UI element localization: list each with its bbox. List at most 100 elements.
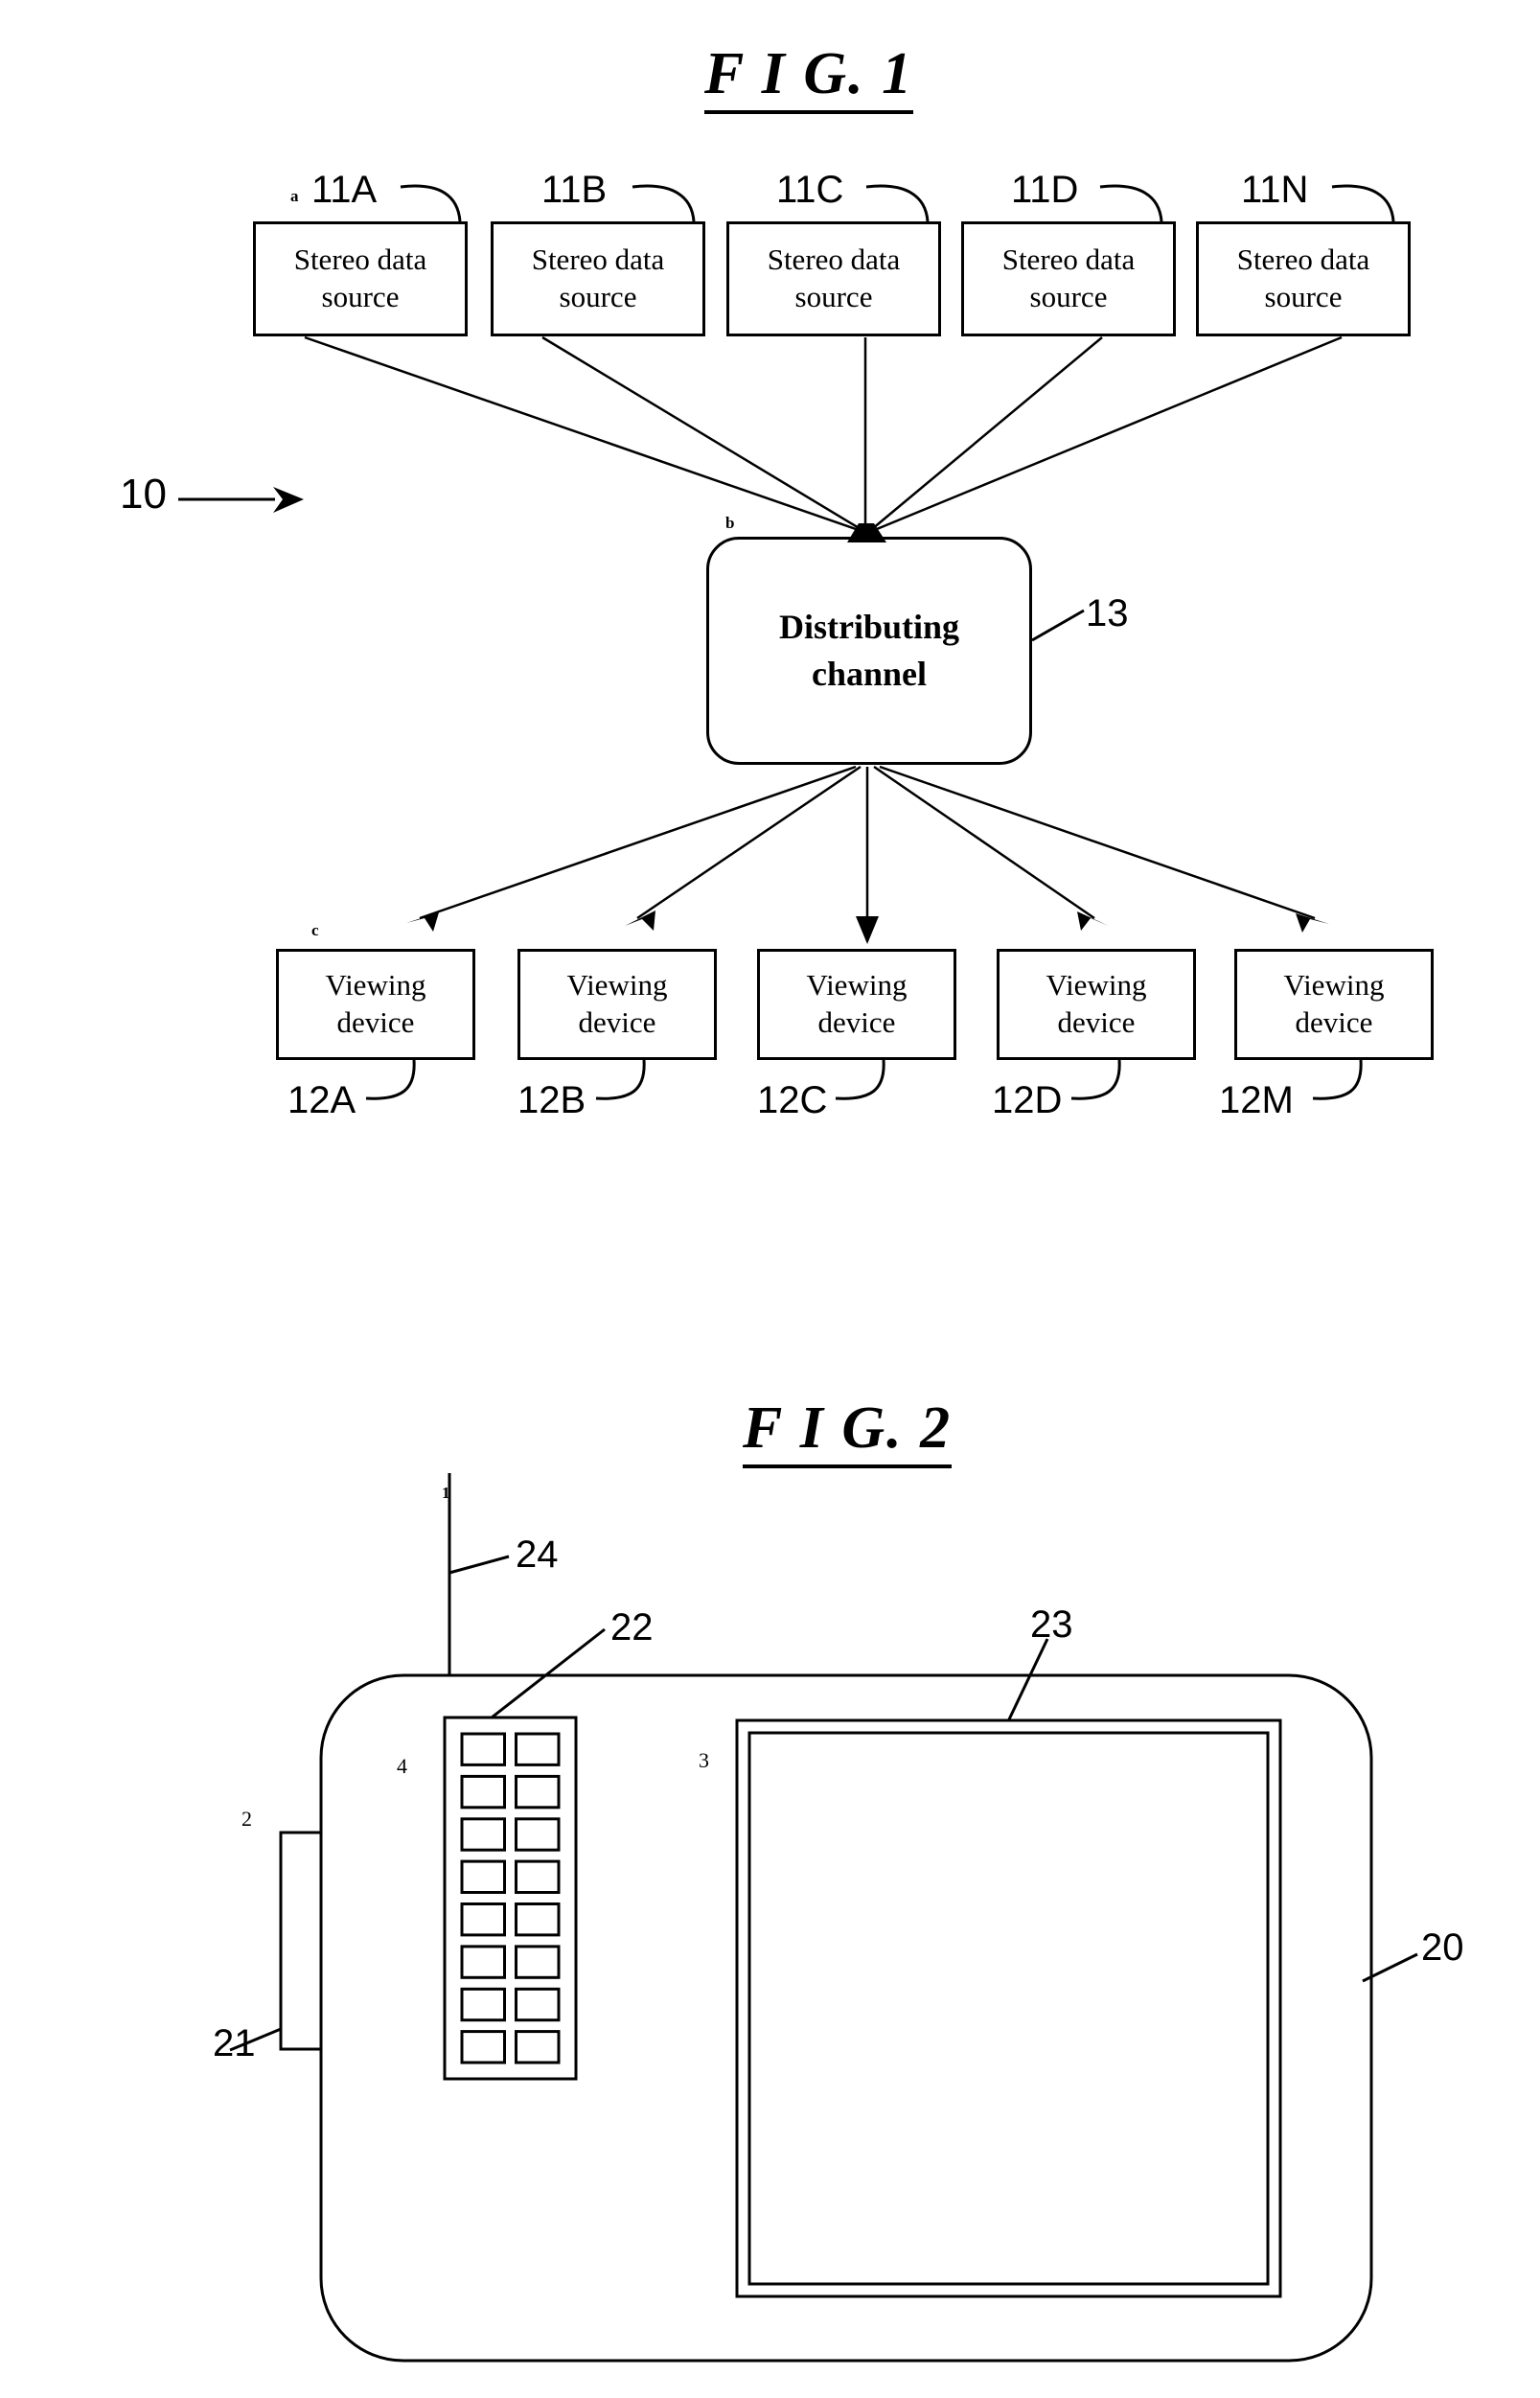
ref-10-arrow-head <box>273 487 304 513</box>
viewer-12D-line2: device <box>1057 1005 1136 1039</box>
keypad-key-3[interactable] <box>460 1774 506 1810</box>
keypad-key-10[interactable] <box>515 1902 561 1937</box>
ref-22-keypad: 22 <box>610 1606 654 1649</box>
leader-24 <box>448 1555 510 1575</box>
keypad-key-11[interactable] <box>460 1945 506 1979</box>
leader-12A <box>365 1059 416 1100</box>
link-11N-to-channel <box>876 335 1343 531</box>
leader-23 <box>1007 1638 1049 1720</box>
leader-13 <box>1031 609 1085 642</box>
keypad-key-7[interactable] <box>460 1859 506 1894</box>
viewer-12A-line2: device <box>336 1005 415 1039</box>
fig2-antenna-marker: 1 <box>442 1484 450 1502</box>
ref-11A: 11A <box>311 169 378 211</box>
ref-20-body: 20 <box>1421 1926 1464 1969</box>
link-11B-to-channel <box>541 335 862 531</box>
device-antenna <box>448 1473 510 1675</box>
link-channel-to-12D <box>873 765 1095 920</box>
source-11D-line1: Stereo data <box>1001 242 1136 277</box>
leader-12C <box>835 1059 885 1100</box>
fig2-keypad-marker: 4 <box>397 1754 407 1778</box>
keypad-key-4[interactable] <box>515 1774 561 1810</box>
arrowhead-12D <box>1077 911 1109 931</box>
ref-11C: 11C <box>776 169 844 211</box>
ref-12A: 12A <box>287 1079 356 1121</box>
source-11A-line1: Stereo data <box>293 242 427 277</box>
channel-to-viewer-lines <box>406 765 1329 944</box>
viewer-12M-line1: Viewing <box>1283 968 1385 1003</box>
ref-12C: 12C <box>757 1079 828 1121</box>
keypad-key-6[interactable] <box>515 1817 561 1852</box>
viewer-12B-line1: Viewing <box>566 968 668 1003</box>
connector-outline <box>279 1831 321 2051</box>
ref-11B: 11B <box>541 169 608 211</box>
device-body-outline <box>319 1673 1373 2363</box>
ref-12D: 12D <box>992 1079 1063 1121</box>
viewer-leader-lines <box>365 1059 1363 1100</box>
keypad-key-12[interactable] <box>515 1945 561 1979</box>
leader-11B <box>632 184 696 222</box>
ref-21-connector: 21 <box>213 2022 256 2064</box>
link-channel-to-12A <box>419 765 857 920</box>
patent-drawing-sheet: F I G. 1 a 11A 11B 11C 11D 11N Stereo da… <box>0 0 1540 2398</box>
link-11D-to-channel <box>871 336 1103 530</box>
fig1-source-group-marker: a <box>290 187 299 205</box>
keypad-key-1[interactable] <box>460 1732 506 1766</box>
viewer-12C-line2: device <box>817 1005 896 1039</box>
channel-line1: Distributing <box>778 608 960 647</box>
source-11D-line2: source <box>1029 280 1108 313</box>
keypad-key-5[interactable] <box>460 1817 506 1852</box>
screen-inner-display <box>747 1731 1270 2286</box>
source-11B-line1: Stereo data <box>531 242 665 277</box>
keypad-key-16[interactable] <box>515 2030 561 2064</box>
viewing-device-12M: Viewing device <box>1234 949 1434 1060</box>
ref-24-antenna: 24 <box>516 1533 559 1576</box>
viewer-12D-line1: Viewing <box>1046 968 1147 1003</box>
ref-11D: 11D <box>1011 169 1079 211</box>
stereo-data-source-11D: Stereo data source <box>961 221 1176 336</box>
source-11C-line2: source <box>794 280 873 313</box>
viewing-device-12B: Viewing device <box>517 949 717 1060</box>
figure-1-title-text: F I G. 1 <box>704 40 914 114</box>
viewing-device-12C: Viewing device <box>757 949 956 1060</box>
keypad-keys <box>460 1732 561 2064</box>
keypad-key-13[interactable] <box>460 1987 506 2022</box>
device-side-connector <box>229 1831 321 2052</box>
keypad-key-8[interactable] <box>515 1859 561 1894</box>
ref-11N: 11N <box>1241 169 1309 211</box>
leader-11C <box>865 184 930 222</box>
keypad-key-14[interactable] <box>515 1987 561 2022</box>
distributing-channel-box: Distributing channel <box>706 537 1032 765</box>
fig1-viewer-group-marker: c <box>311 921 319 939</box>
stereo-data-source-11C: Stereo data source <box>726 221 941 336</box>
arrowhead-12A <box>406 912 439 932</box>
source-to-channel-lines <box>304 335 1343 542</box>
keypad-key-15[interactable] <box>460 2030 506 2064</box>
ref-10-system: 10 <box>120 471 167 518</box>
viewing-device-12D: Viewing device <box>997 949 1196 1060</box>
keypad-frame <box>443 1716 578 2081</box>
leader-11A <box>400 184 462 222</box>
fig2-connector-marker: 2 <box>241 1807 252 1831</box>
source-11N-line2: source <box>1264 280 1343 313</box>
viewing-device-12A: Viewing device <box>276 949 475 1060</box>
ref-12B: 12B <box>517 1079 586 1121</box>
leader-12B <box>595 1059 646 1100</box>
leader-12M <box>1312 1059 1363 1100</box>
ref-12M: 12M <box>1219 1079 1294 1121</box>
leader-22 <box>491 1627 606 1719</box>
link-channel-to-12M <box>879 765 1316 920</box>
link-11A-to-channel <box>304 335 857 531</box>
keypad-key-2[interactable] <box>515 1732 561 1766</box>
keypad-key-9[interactable] <box>460 1902 506 1937</box>
viewer-12M-line2: device <box>1295 1005 1373 1039</box>
stereo-data-source-11B: Stereo data source <box>491 221 705 336</box>
system-ref-arrow <box>178 487 304 513</box>
arrowhead-12B <box>625 911 655 931</box>
leader-20 <box>1362 1952 1418 1983</box>
fig2-screen-marker: 3 <box>699 1748 709 1772</box>
figure-2-title: F I G. 2 <box>743 1395 953 1468</box>
arrowhead-12M <box>1296 913 1329 933</box>
arrowhead-12C <box>856 916 879 944</box>
figure-1-title: F I G. 1 <box>704 40 914 114</box>
